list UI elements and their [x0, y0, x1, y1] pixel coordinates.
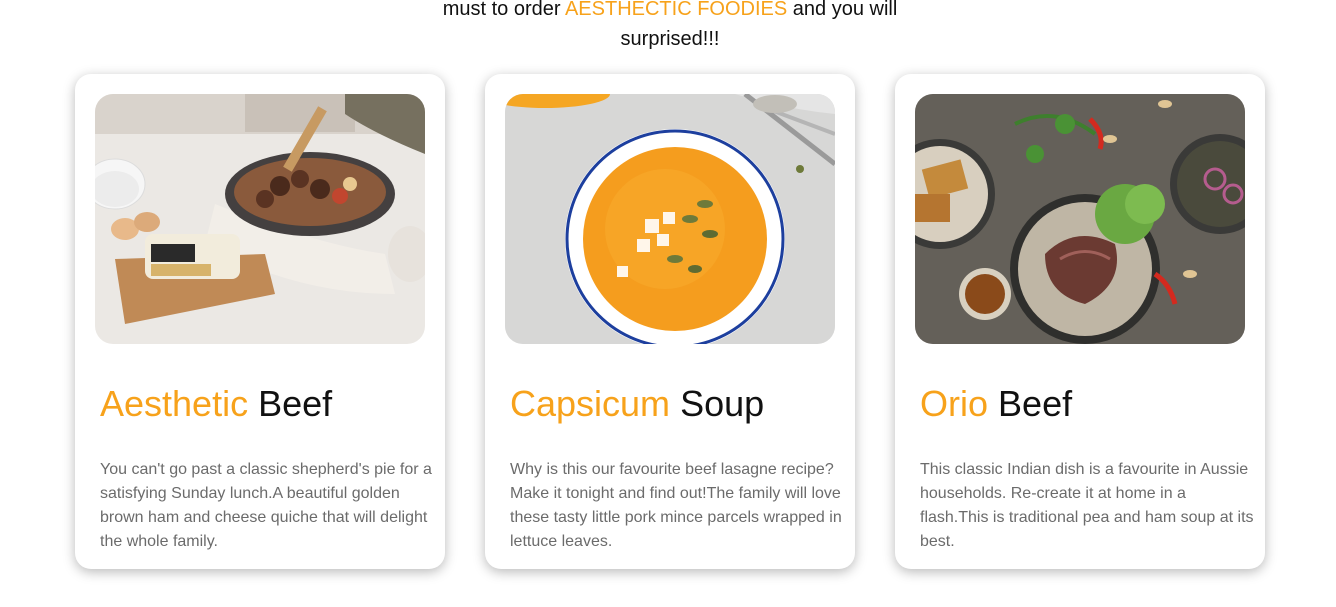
title-rest-word: Soup — [680, 383, 765, 424]
intro-line-1: must to order AESTHECTIC FOODIES and you… — [0, 0, 1336, 24]
food-card-orio-beef[interactable]: Orio Beef This classic Indian dish is a … — [895, 74, 1265, 569]
card-description: Why is this our favourite beef lasagne r… — [510, 461, 842, 550]
food-photo — [95, 94, 425, 344]
title-accent-word: Orio — [920, 383, 989, 424]
intro-line-2: surprised!!! — [620, 28, 720, 50]
brand-name: AESTHECTIC FOODIES — [564, 0, 788, 20]
card-title: Orio Beef — [920, 380, 1072, 428]
card-title: Aesthetic Beef — [100, 380, 332, 428]
food-card-capsicum-soup[interactable]: Capsicum Soup Why is this our favourite … — [485, 74, 855, 569]
card-description: You can't go past a classic shepherd's p… — [100, 461, 432, 550]
card-title: Capsicum Soup — [510, 380, 764, 428]
intro-suffix: and you will — [792, 0, 898, 20]
food-photo — [915, 94, 1245, 344]
title-rest-word: Beef — [258, 383, 333, 424]
food-card-aesthetic-beef[interactable]: Aesthetic Beef You can't go past a class… — [75, 74, 445, 569]
title-rest-word: Beef — [998, 383, 1073, 424]
title-accent-word: Aesthetic — [100, 383, 249, 424]
beef-salad-photo — [915, 94, 1245, 344]
title-accent-word: Capsicum — [510, 383, 671, 424]
food-photo — [505, 94, 835, 344]
card-description: This classic Indian dish is a favourite … — [920, 461, 1254, 550]
pumpkin-soup-photo — [505, 94, 835, 344]
intro-text: must to order AESTHECTIC FOODIES and you… — [0, 0, 1336, 54]
skillet-sausage-photo — [95, 94, 425, 344]
intro-prefix: must to order — [442, 0, 561, 20]
